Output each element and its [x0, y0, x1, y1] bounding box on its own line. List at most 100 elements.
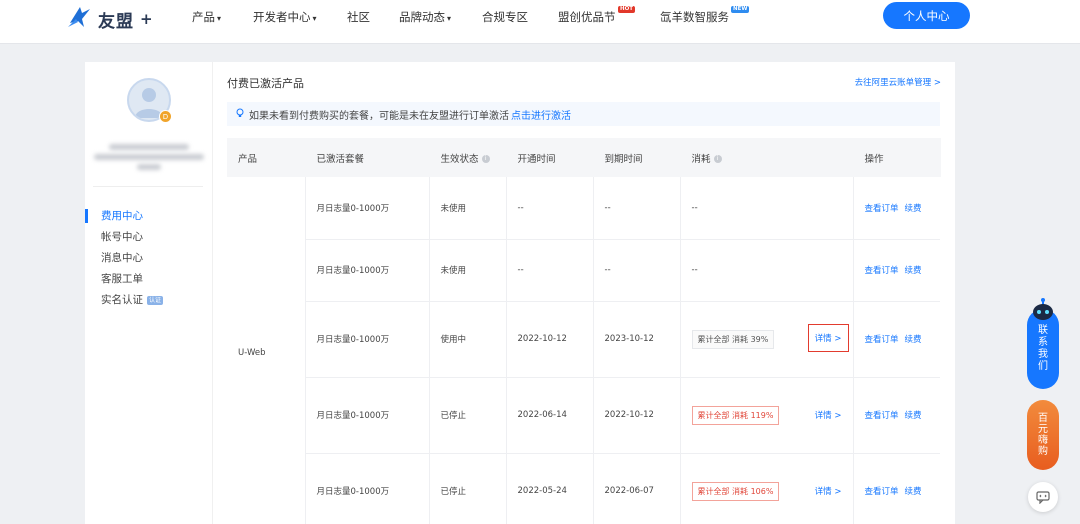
notice-text: 如果未看到付费购买的套餐，可能是未在友盟进行订单激活 [249, 110, 509, 122]
table-row: 月日志量0-1000万 使用中 2022-10-12 2023-10-12 累计… [227, 301, 940, 378]
aliyun-billing-link[interactable]: 去往阿里云账单管理 > [855, 76, 941, 88]
hot-badge: HOT [618, 6, 636, 13]
table-row: 月日志量0-1000万 已停止 2022-05-24 2022-06-07 累计… [227, 453, 940, 524]
ops-cell: 查看订单 续费 [853, 377, 940, 454]
logo-plus: + [140, 10, 153, 28]
nav-item-brand-news[interactable]: 品牌动态 ▾ [399, 9, 451, 25]
verified-icon: 认证 [147, 295, 164, 305]
nav-item-products[interactable]: 产品 ▾ [192, 9, 221, 25]
col-header-product: 产品 [227, 138, 306, 177]
activate-link[interactable]: 点击进行激活 [511, 107, 571, 122]
promo-char: 元 [1038, 424, 1048, 435]
plan-cell: 月日志量0-1000万 [305, 177, 430, 240]
chevron-down-icon: ▾ [312, 14, 317, 23]
col-header-end: 到期时间 [593, 138, 681, 177]
renew-link[interactable]: 续费 [905, 335, 922, 345]
plan-cell: 月日志量0-1000万 [305, 301, 430, 378]
ops-cell: 查看订单 续费 [853, 177, 940, 240]
view-order-link[interactable]: 查看订单 [865, 204, 899, 214]
detail-link[interactable]: 详情 > [815, 485, 842, 497]
sidebar-item-billing[interactable]: 费用中心 [85, 206, 213, 227]
activation-notice: 如果未看到付费购买的套餐，可能是未在友盟进行订单激活 点击进行激活 [227, 102, 940, 126]
view-order-link[interactable]: 查看订单 [865, 411, 899, 421]
promo-button[interactable]: 百 元 嗨 购 [1027, 400, 1059, 470]
info-icon[interactable]: i [713, 155, 722, 163]
status-cell: 已停止 [429, 377, 507, 454]
promo-char: 购 [1038, 446, 1048, 457]
ops-cell: 查看订单 续费 [853, 453, 940, 524]
nav-item-label: 氙羊数智服务 [660, 10, 729, 24]
consume-badge: 累计全部 消耗 106% [691, 481, 780, 501]
start-date-cell: 2022-05-24 [506, 453, 594, 524]
table-row: 月日志量0-1000万 已停止 2022-06-14 2022-10-12 累计… [227, 377, 940, 454]
consume-cell: 累计全部 消耗 119% 详情 > [680, 377, 854, 454]
nav-item-label: 社区 [347, 10, 370, 24]
start-date-cell: -- [506, 177, 594, 240]
col-header-status: 生效状态 i [429, 138, 507, 177]
consume-badge: 累计全部 消耗 39% [691, 329, 775, 349]
nav-item-developer-center[interactable]: 开发者中心 ▾ [253, 9, 317, 25]
start-date-cell: 2022-06-14 [506, 377, 594, 454]
product-cell: U-Web [227, 177, 306, 524]
contact-char: 们 [1038, 361, 1048, 372]
page-title: 付费已激活产品 [227, 77, 304, 90]
nav-item-community[interactable]: 社区 [347, 9, 370, 25]
nav-item-label: 产品 [192, 10, 215, 24]
consume-cell: -- [680, 177, 854, 240]
sidebar-item-messages[interactable]: 消息中心 [85, 248, 213, 269]
sidebar-item-verification[interactable]: 实名认证 认证 [85, 290, 213, 311]
detail-link[interactable]: 详情 > [807, 323, 849, 352]
contact-char: 我 [1038, 349, 1048, 360]
consume-badge: 累计全部 消耗 119% [691, 405, 780, 425]
info-icon[interactable]: i [481, 155, 490, 163]
ops-cell: 查看订单 续费 [853, 239, 940, 302]
detail-link[interactable]: 详情 > [815, 409, 842, 421]
sidebar-item-tickets[interactable]: 客服工单 [85, 269, 213, 290]
robot-icon [1031, 297, 1055, 321]
logo[interactable]: 友盟 + [66, 4, 153, 34]
view-order-link[interactable]: 查看订单 [865, 335, 899, 345]
end-date-cell: -- [593, 239, 681, 302]
new-badge: NEW [731, 6, 750, 13]
col-header-start: 开通时间 [506, 138, 594, 177]
view-order-link[interactable]: 查看订单 [865, 487, 899, 497]
nav-item-compliance[interactable]: 合规专区 [482, 9, 528, 25]
status-cell: 使用中 [429, 301, 507, 378]
plan-cell: 月日志量0-1000万 [305, 453, 430, 524]
nav-item-label: 品牌动态 [399, 10, 445, 24]
activated-products-table: 产品 已激活套餐 生效状态 i 开通时间 到期时间 消耗 i 操作 U-Web 月日… [227, 138, 941, 524]
contact-char: 联 [1038, 325, 1048, 336]
sidebar-item-account[interactable]: 帐号中心 [85, 227, 213, 248]
col-header-ops: 操作 [853, 138, 941, 177]
sidebar-menu: 费用中心 帐号中心 消息中心 客服工单 实名认证 认证 [85, 206, 213, 311]
nav-item-festival[interactable]: 盟创优品节 HOT [558, 6, 636, 25]
contact-char: 系 [1038, 337, 1048, 348]
avatar-level-badge: D [159, 110, 172, 123]
renew-link[interactable]: 续费 [905, 204, 922, 214]
umeng-logo-icon [66, 3, 94, 35]
status-cell: 未使用 [429, 239, 507, 302]
renew-link[interactable]: 续费 [905, 266, 922, 276]
message-icon [1036, 491, 1050, 504]
message-button[interactable] [1028, 482, 1058, 512]
col-header-plan: 已激活套餐 [305, 138, 430, 177]
nav-item-label: 开发者中心 [253, 10, 311, 24]
table-header-row: 产品 已激活套餐 生效状态 i 开通时间 到期时间 消耗 i 操作 [227, 138, 941, 177]
nav-item-data-service[interactable]: 氙羊数智服务 NEW [660, 6, 750, 25]
table-row: U-Web 月日志量0-1000万 未使用 -- -- -- 查看订单 续费 [227, 177, 940, 524]
renew-link[interactable]: 续费 [905, 487, 922, 497]
ops-cell: 查看订单 续费 [853, 301, 940, 378]
chevron-down-icon: ▾ [447, 14, 452, 23]
renew-link[interactable]: 续费 [905, 411, 922, 421]
nav-item-label: 盟创优品节 [558, 10, 616, 24]
end-date-cell: 2022-06-07 [593, 453, 681, 524]
personal-center-button[interactable]: 个人中心 [883, 2, 970, 29]
logo-text: 友盟 [98, 11, 134, 32]
top-navbar: 友盟 + 产品 ▾ 开发者中心 ▾ 社区 品牌动态 ▾ 合规专区 盟创优品节 HOT … [0, 0, 1080, 44]
plan-cell: 月日志量0-1000万 [305, 239, 430, 302]
status-cell: 未使用 [429, 177, 507, 240]
end-date-cell: 2023-10-12 [593, 301, 681, 378]
blurred-account-name [91, 140, 207, 178]
end-date-cell: 2022-10-12 [593, 377, 681, 454]
view-order-link[interactable]: 查看订单 [865, 266, 899, 276]
